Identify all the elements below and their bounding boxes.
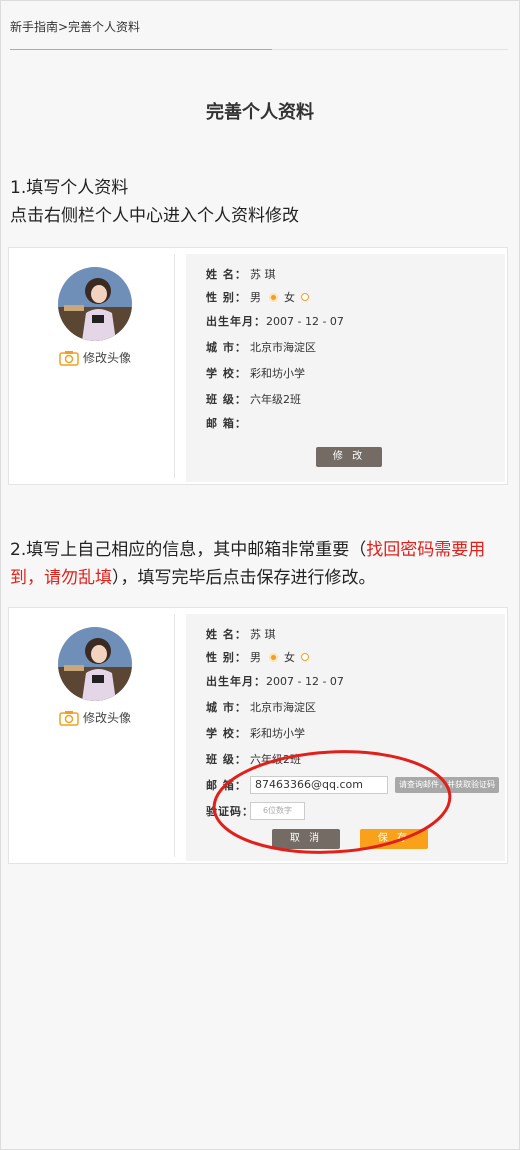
avatar-panel: 修改头像 [17,614,175,857]
city-value: 北京市海淀区 [250,701,316,714]
gender-female-label: 女 [284,651,295,664]
step1-text: 1.填写个人资料 点击右侧栏个人中心进入个人资料修改 [10,174,510,230]
camera-icon [59,350,79,366]
gender-female-radio[interactable] [301,653,309,661]
gender-female-radio[interactable] [301,293,309,301]
gender-male-radio[interactable] [269,292,278,302]
class-label: 班 级： [206,393,247,406]
gender-label: 性 别： [206,651,247,664]
birth-row: 出生年月： 2007 - 12 - 07 [206,313,344,329]
email-row: 邮 箱： [206,415,250,431]
school-label: 学 校： [206,367,247,380]
class-value: 六年级2班 [250,393,301,406]
gender-row: 性 别： 男 女 [206,289,315,305]
city-label: 城 市： [206,341,247,354]
gender-label: 性 别： [206,291,247,304]
birth-label: 出生年月： [206,315,266,328]
city-value: 北京市海淀区 [250,341,316,354]
change-avatar-button[interactable]: 修改头像 [59,349,131,366]
school-value: 彩和坊小学 [250,727,305,740]
change-avatar-label: 修改头像 [83,351,132,365]
school-row: 学 校： 彩和坊小学 [206,725,305,741]
school-row: 学 校： 彩和坊小学 [206,365,305,381]
breadcrumb-divider-accent [10,49,272,50]
profile-form: 姓 名： 苏 琪 性 别： 男 女 出生年月： 2007 - 12 - 07 城… [186,254,505,482]
birth-label: 出生年月： [206,675,266,688]
avatar [58,627,132,701]
city-row: 城 市： 北京市海淀区 [206,699,316,715]
birth-row: 出生年月： 2007 - 12 - 07 [206,673,344,689]
avatar [58,267,132,341]
change-avatar-label: 修改头像 [83,711,132,725]
highlight-circle [212,750,452,854]
name-value: 苏 琪 [250,268,276,281]
gender-female-label: 女 [284,291,295,304]
school-value: 彩和坊小学 [250,367,305,380]
step1-line1: 1.填写个人资料 [10,178,129,198]
birth-value: 2007 - 12 - 07 [266,314,344,328]
edit-button[interactable]: 修 改 [316,447,382,467]
breadcrumb[interactable]: 新手指南>完善个人资料 [10,18,140,35]
gender-row: 性 别： 男 女 [206,649,315,665]
gender-male-radio[interactable] [269,652,278,662]
avatar-panel: 修改头像 [17,254,175,478]
name-value: 苏 琪 [250,628,276,641]
name-row: 姓 名： 苏 琪 [206,626,276,642]
name-label: 姓 名： [206,628,247,641]
step1-line2: 点击右侧栏个人中心进入个人资料修改 [10,206,299,226]
name-label: 姓 名： [206,268,247,281]
camera-icon [59,710,79,726]
page-title: 完善个人资料 [206,102,314,123]
step2-text-a: 2.填写上自己相应的信息，其中邮箱非常重要（ [10,540,367,560]
school-label: 学 校： [206,727,247,740]
gender-male-label: 男 [250,291,261,304]
city-row: 城 市： 北京市海淀区 [206,339,316,355]
profile-card-view: 修改头像 姓 名： 苏 琪 性 别： 男 女 出生年月： 2007 - 12 -… [8,247,508,485]
gender-male-label: 男 [250,651,261,664]
birth-value: 2007 - 12 - 07 [266,674,344,688]
change-avatar-button[interactable]: 修改头像 [59,709,131,726]
step2-text: 2.填写上自己相应的信息，其中邮箱非常重要（找回密码需要用到，请勿乱填），填写完… [10,536,510,592]
name-row: 姓 名： 苏 琪 [206,266,276,282]
city-label: 城 市： [206,701,247,714]
step2-text-b: ），填写完毕后点击保存进行修改。 [112,568,376,588]
class-row: 班 级： 六年级2班 [206,391,301,407]
email-label: 邮 箱： [206,417,247,430]
